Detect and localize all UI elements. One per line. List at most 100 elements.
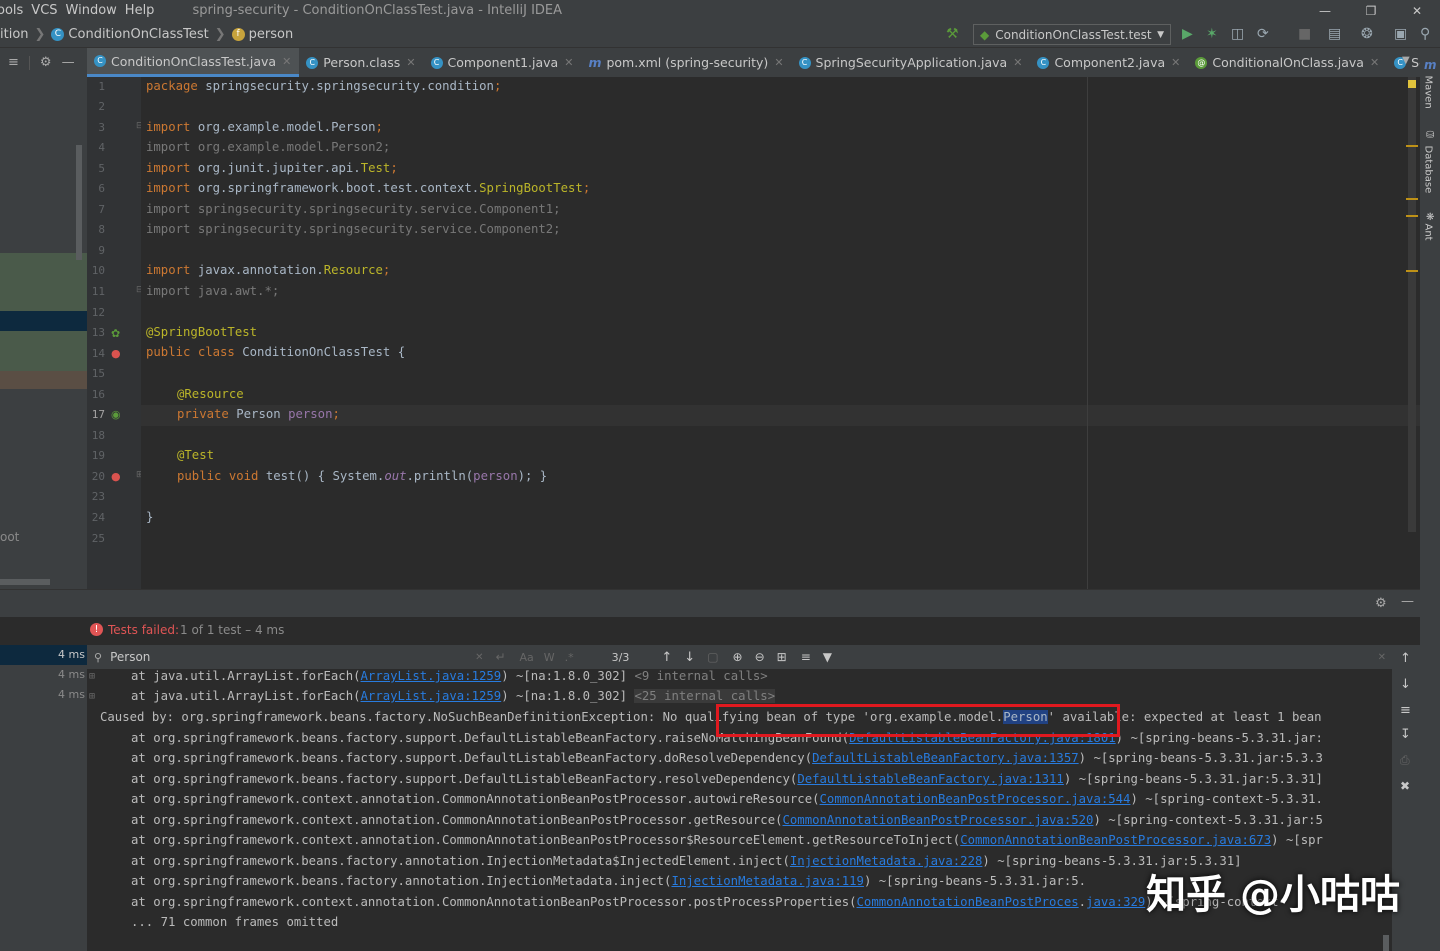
soft-wrap-icon[interactable]: ≡ bbox=[1400, 703, 1411, 718]
arrow-down-icon[interactable]: ↓ bbox=[1400, 677, 1411, 692]
spring-bean-icon[interactable]: ✿ bbox=[111, 327, 120, 340]
translate-icon[interactable]: ❂ bbox=[1361, 26, 1373, 42]
run-configuration-select[interactable]: ◆ ConditionOnClassTest.test ▼ bbox=[973, 24, 1171, 45]
stack-frame: at org.springframework.beans.factory.ann… bbox=[131, 854, 1242, 868]
expand-icon[interactable]: ⊞ bbox=[89, 691, 95, 702]
run-test-failed-icon[interactable]: ● bbox=[111, 470, 121, 483]
arrow-up-icon[interactable]: ↑ bbox=[1400, 651, 1411, 666]
coverage-icon[interactable]: ◫ bbox=[1231, 26, 1244, 42]
warning-marker[interactable] bbox=[1406, 270, 1418, 272]
layout-icon[interactable]: ▣ bbox=[1394, 26, 1407, 42]
arrow-up-icon[interactable]: ↑ bbox=[661, 650, 672, 665]
close-icon[interactable]: ✕ bbox=[1378, 652, 1386, 663]
menu-tools[interactable]: ools bbox=[0, 3, 23, 18]
trash-icon[interactable]: ✖ bbox=[1400, 779, 1410, 793]
regex-toggle[interactable]: .* bbox=[565, 651, 574, 664]
search-input[interactable]: Person bbox=[110, 650, 475, 664]
chevron-right-icon: ❯ bbox=[34, 26, 46, 42]
line-number: 16 bbox=[91, 388, 105, 401]
debug-icon[interactable]: ✶ bbox=[1206, 26, 1218, 42]
run-icon[interactable]: ▶ bbox=[1182, 26, 1193, 42]
console-scrollbar[interactable] bbox=[1383, 935, 1389, 951]
error-icon: ! bbox=[90, 623, 103, 636]
close-icon[interactable]: ✕ bbox=[282, 55, 291, 68]
tree-highlight bbox=[0, 253, 87, 311]
database-tool-button[interactable]: Database bbox=[1423, 146, 1434, 198]
code-line: package springsecurity.springsecurity.co… bbox=[146, 79, 502, 93]
gear-icon[interactable]: ⚙ bbox=[1375, 596, 1387, 611]
hide-icon[interactable]: — bbox=[1401, 594, 1414, 609]
select-occurrences-icon[interactable]: ⊞ bbox=[777, 650, 787, 664]
menu-vcs[interactable]: VCS bbox=[31, 3, 57, 18]
match-case-toggle[interactable]: Aa bbox=[520, 651, 534, 664]
ant-tool-button[interactable]: Ant bbox=[1423, 224, 1434, 248]
close-icon[interactable]: ✕ bbox=[1013, 56, 1022, 69]
tree-selected-row[interactable] bbox=[0, 311, 87, 331]
code-editor[interactable]: package springsecurity.springsecurity.co… bbox=[141, 77, 1420, 589]
remove-occurrence-icon[interactable]: ⊖ bbox=[755, 650, 765, 664]
line-number: 18 bbox=[91, 429, 105, 442]
code-line: import springsecurity.springsecurity.ser… bbox=[146, 222, 561, 236]
menu-help[interactable]: Help bbox=[125, 3, 155, 18]
warning-marker[interactable] bbox=[1406, 215, 1418, 217]
search-icon[interactable]: ⚲ bbox=[1420, 26, 1430, 42]
multiline-icon[interactable]: ≡ bbox=[801, 650, 811, 664]
tab-springsecurityapplication[interactable]: C SpringSecurityApplication.java ✕ bbox=[792, 48, 1031, 77]
close-icon[interactable]: ✕ bbox=[1370, 56, 1379, 69]
chevron-down-icon: ▼ bbox=[1157, 29, 1164, 40]
arrow-down-icon[interactable]: ↓ bbox=[684, 650, 695, 665]
minimize-icon[interactable]: — bbox=[1302, 4, 1348, 18]
build-hammer-icon[interactable]: ⚒ bbox=[946, 26, 959, 42]
maven-icon[interactable]: m bbox=[1424, 58, 1437, 72]
scroll-to-end-icon[interactable]: ↧ bbox=[1400, 727, 1411, 742]
expand-icon[interactable]: ⊞ bbox=[89, 671, 95, 682]
close-icon[interactable]: ✕ bbox=[564, 56, 573, 69]
line-number: 24 bbox=[91, 511, 105, 524]
run-test-failed-icon[interactable]: ● bbox=[111, 347, 121, 360]
hide-icon[interactable]: — bbox=[62, 55, 75, 70]
maven-tool-button[interactable]: Maven bbox=[1423, 76, 1434, 116]
collapse-icon[interactable]: ≡ bbox=[8, 55, 19, 70]
test-time: 4 ms bbox=[58, 688, 85, 701]
tab-component1[interactable]: C Component1.java ✕ bbox=[424, 48, 582, 77]
code-line: public void test() { System.out.println(… bbox=[177, 469, 548, 483]
newline-icon[interactable]: ↵ bbox=[495, 650, 505, 664]
profile-icon[interactable]: ⟳ bbox=[1257, 26, 1269, 42]
close-icon[interactable]: ✕ bbox=[1171, 56, 1180, 69]
add-occurrence-icon[interactable]: ⊕ bbox=[733, 650, 743, 664]
project-structure-icon[interactable]: ▤ bbox=[1328, 26, 1341, 42]
clear-icon[interactable]: ✕ bbox=[475, 652, 483, 663]
warning-marker[interactable] bbox=[1406, 145, 1418, 147]
tab-conditiononclasstest[interactable]: C ConditionOnClassTest.java ✕ bbox=[87, 48, 300, 77]
words-toggle[interactable]: W bbox=[544, 651, 555, 664]
select-all-icon[interactable]: ▢ bbox=[707, 650, 718, 664]
window-title: spring-security - ConditionOnClassTest.j… bbox=[192, 3, 563, 18]
filter-icon[interactable]: ▼ bbox=[823, 650, 832, 664]
tab-conditionalonclass[interactable]: @ ConditionalOnClass.java ✕ bbox=[1188, 48, 1387, 77]
scrollbar[interactable] bbox=[0, 579, 50, 585]
close-icon[interactable]: ✕ bbox=[1394, 4, 1440, 18]
gear-icon[interactable]: ⚙ bbox=[40, 55, 52, 70]
database-icon[interactable]: ⛁ bbox=[1426, 130, 1434, 141]
maximize-icon[interactable]: ❐ bbox=[1348, 4, 1394, 18]
ant-icon[interactable]: ❋ bbox=[1426, 212, 1434, 223]
tab-component2[interactable]: C Component2.java ✕ bbox=[1030, 48, 1188, 77]
code-line: } bbox=[146, 510, 154, 524]
print-icon[interactable]: ⎙ bbox=[1400, 753, 1410, 768]
menu-window[interactable]: Window bbox=[66, 3, 117, 18]
autowired-icon[interactable]: ◉ bbox=[111, 408, 121, 421]
tab-overflow-icon[interactable]: ▼ bbox=[1402, 55, 1410, 66]
warning-marker[interactable] bbox=[1406, 198, 1418, 200]
tab-person-class[interactable]: C Person.class ✕ bbox=[299, 48, 423, 77]
close-icon[interactable]: ✕ bbox=[406, 56, 415, 69]
stop-icon[interactable]: ■ bbox=[1298, 26, 1311, 42]
breadcrumb-package[interactable]: ition bbox=[0, 27, 29, 42]
class-icon: C bbox=[306, 56, 319, 69]
breadcrumb-class[interactable]: ConditionOnClassTest bbox=[68, 27, 208, 42]
close-icon[interactable]: ✕ bbox=[774, 56, 783, 69]
inspection-marker[interactable] bbox=[1408, 80, 1416, 88]
breadcrumb-field[interactable]: person bbox=[249, 27, 294, 42]
scrollbar[interactable] bbox=[76, 145, 82, 260]
tests-failed-detail: 1 of 1 test – 4 ms bbox=[180, 623, 285, 637]
tab-pom-xml[interactable]: m pom.xml (spring-security) ✕ bbox=[581, 48, 791, 77]
